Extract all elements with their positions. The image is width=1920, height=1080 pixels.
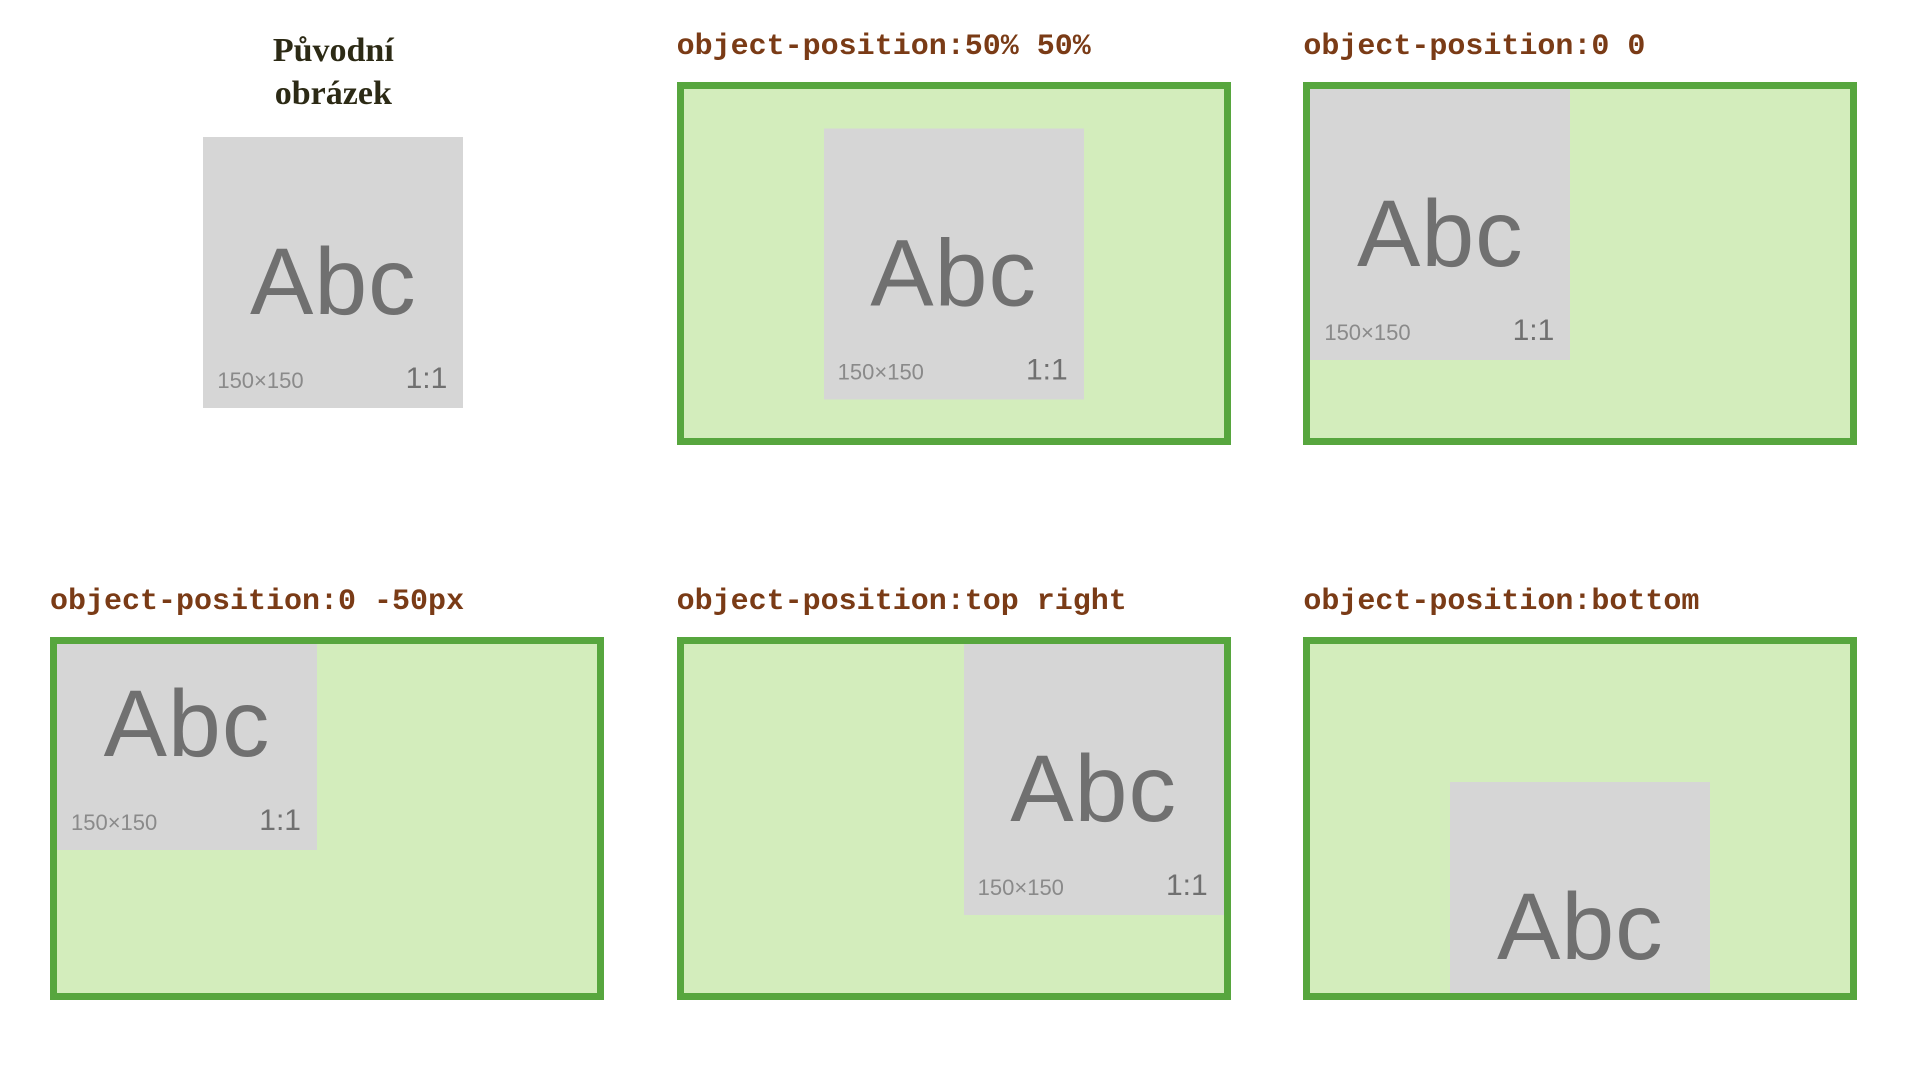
tile-dims: 150×150 [1324,320,1410,346]
tile-ratio: 1:1 [1026,353,1068,387]
example-cell-neg50: object-position:0 -50px Abc 150×150 1:1 [50,585,617,1050]
example-cell-topright: object-position:top right Abc 150×150 1:… [677,585,1244,1050]
example-label: object-position:0 -50px [50,585,464,619]
object-container: Abc 150×150 1:1 [1303,82,1857,445]
tile-ratio: 1:1 [259,804,301,838]
tile-ratio: 1:1 [406,362,448,396]
object-container: Abc 150×150 1:1 [50,637,604,1000]
example-label: object-position:0 0 [1303,30,1645,64]
tile-text: Abc [250,235,417,330]
example-cell-center: object-position:50% 50% Abc 150×150 1:1 [677,30,1244,495]
tile-dims: 150×150 [838,359,924,385]
example-cell-topleft: object-position:0 0 Abc 150×150 1:1 [1303,30,1870,495]
tile-dims: 150×150 [978,875,1064,901]
tile-dims: 150×150 [217,368,303,394]
tile-text: Abc [1010,742,1177,837]
object-container: Abc 150×150 1:1 [677,637,1231,1000]
placeholder-tile: Abc 150×150 1:1 [964,644,1224,915]
tile-ratio: 1:1 [1513,314,1555,348]
example-label: object-position:bottom [1303,585,1699,619]
original-tile-wrap: Abc 150×150 1:1 [203,137,463,408]
object-container: Abc 150×150 1:1 [677,82,1231,445]
object-container: Abc 150×150 1:1 [1303,637,1857,1000]
placeholder-tile: Abc 150×150 1:1 [824,128,1084,399]
tile-text: Abc [104,677,271,772]
placeholder-tile: Abc 150×150 1:1 [203,137,463,408]
tile-text: Abc [1357,187,1524,282]
demo-grid: Původní obrázek Abc 150×150 1:1 object-p… [0,0,1920,1080]
example-label: object-position:50% 50% [677,30,1091,64]
placeholder-tile: Abc 150×150 1:1 [57,637,317,850]
placeholder-tile: Abc 150×150 1:1 [1450,782,1710,1000]
example-cell-bottom: object-position:bottom Abc 150×150 1:1 [1303,585,1870,1050]
example-label: object-position:top right [677,585,1127,619]
tile-dims: 150×150 [71,810,157,836]
tile-text: Abc [870,226,1037,321]
tile-text: Abc [1497,880,1664,975]
placeholder-tile: Abc 150×150 1:1 [1310,89,1570,360]
tile-ratio: 1:1 [1166,869,1208,903]
original-title: Původní obrázek [273,30,394,115]
original-cell: Původní obrázek Abc 150×150 1:1 [50,30,617,495]
